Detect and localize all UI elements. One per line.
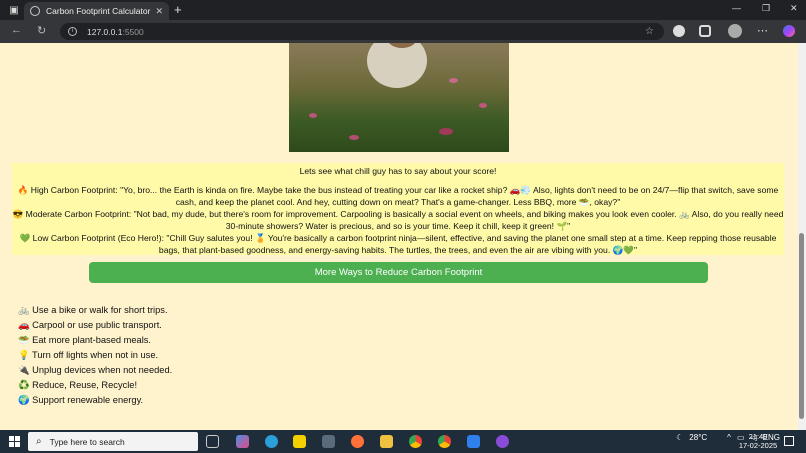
tip-item: 🔌 Unplug devices when not needed.: [18, 365, 173, 375]
firefox-icon[interactable]: [351, 435, 364, 448]
moderate-footprint-line-1: 😎 Moderate Carbon Footprint: "Not bad, m…: [12, 209, 784, 219]
tip-item: ♻️ Reduce, Reuse, Recycle!: [18, 380, 138, 390]
close-window-icon[interactable]: ✕: [790, 3, 798, 14]
edge-taskbar-icon[interactable]: [265, 435, 278, 448]
address-toolbar: ← ↻ i 127.0.0.1:5500 ☆ ⋯: [0, 20, 806, 43]
new-tab-button[interactable]: +: [174, 3, 182, 16]
reload-icon[interactable]: ↻: [37, 24, 46, 37]
flower-shape: [309, 113, 317, 118]
restore-icon[interactable]: ❐: [762, 3, 770, 14]
windows-start-icon[interactable]: [9, 436, 20, 447]
tip-item: 💡 Turn off lights when not in use.: [18, 350, 159, 360]
intro-text: Lets see what chill guy has to say about…: [299, 166, 497, 176]
figure-shape: [367, 43, 427, 88]
profile-avatar[interactable]: [728, 24, 742, 38]
github-desktop-icon[interactable]: [496, 435, 509, 448]
bookmark-star-icon[interactable]: ☆: [645, 26, 654, 37]
tab-strip: ▣ Carbon Footprint Calculator ✕ + — ❐ ✕: [0, 0, 806, 20]
file-explorer-icon[interactable]: [380, 435, 393, 448]
extension-icon[interactable]: [673, 25, 685, 37]
low-footprint-line-2: bags, that plant-based goodness, and ene…: [158, 245, 638, 255]
calculator-icon[interactable]: [322, 435, 335, 448]
chrome-icon[interactable]: [409, 435, 422, 448]
chevron-up-icon[interactable]: ^: [727, 433, 731, 442]
taskbar: ⌕ Type here to search ☾ 28°C ^ ▭ ◁ ENG 2…: [0, 430, 806, 453]
flower-shape: [479, 103, 487, 108]
scrollbar-thumb[interactable]: [799, 233, 804, 419]
copilot-taskbar-icon[interactable]: [236, 435, 249, 448]
chrome-icon[interactable]: [438, 435, 451, 448]
url-host: 127.0.0.1: [87, 26, 123, 37]
minimize-icon[interactable]: —: [732, 3, 741, 13]
vertical-scrollbar[interactable]: [798, 43, 806, 430]
extensions-puzzle-icon[interactable]: [699, 25, 711, 37]
clock-date: 17-02-2025: [738, 441, 778, 450]
menu-dots-icon[interactable]: ⋯: [757, 24, 768, 37]
back-icon[interactable]: ←: [11, 24, 22, 36]
task-view-icon[interactable]: [206, 435, 219, 448]
sticky-notes-icon[interactable]: [293, 435, 306, 448]
chill-guy-message-box: Lets see what chill guy has to say about…: [12, 163, 784, 255]
low-footprint-line-1: 💚 Low Carbon Footprint (Eco Hero!): "Chi…: [19, 233, 777, 243]
high-footprint-line-1: 🔥 High Carbon Footprint: "Yo, bro... the…: [17, 185, 779, 195]
page-viewport: Lets see what chill guy has to say about…: [0, 43, 798, 430]
high-footprint-line-2: cash, and keep the planet cool. And hey,…: [175, 197, 621, 207]
temperature: 28°C: [689, 433, 708, 442]
taskbar-search[interactable]: ⌕ Type here to search: [28, 432, 198, 451]
clock[interactable]: 21:49 17-02-2025: [738, 432, 778, 450]
flower-shape: [439, 128, 453, 135]
weather-icon[interactable]: ☾: [676, 433, 683, 442]
clock-time: 21:49: [748, 432, 768, 441]
tip-item: 🌍 Support renewable energy.: [18, 395, 144, 405]
url-port: :5500: [122, 26, 144, 37]
address-bar[interactable]: i 127.0.0.1:5500 ☆: [60, 23, 664, 40]
tab-title: Carbon Footprint Calculator: [46, 6, 151, 16]
tip-item: 🥗 Eat more plant-based meals.: [18, 335, 152, 345]
tab-actions-icon[interactable]: ▣: [6, 2, 22, 18]
tip-item: 🚗 Carpool or use public transport.: [18, 320, 162, 330]
vscode-icon[interactable]: [467, 435, 480, 448]
more-ways-button[interactable]: More Ways to Reduce Carbon Footprint: [89, 262, 708, 283]
close-tab-icon[interactable]: ✕: [155, 6, 163, 17]
tip-item: 🚲 Use a bike or walk for short trips.: [18, 305, 168, 315]
search-icon: ⌕: [36, 436, 42, 447]
notifications-icon[interactable]: [784, 436, 794, 446]
active-tab[interactable]: Carbon Footprint Calculator ✕: [24, 2, 169, 20]
copilot-icon[interactable]: [783, 25, 795, 37]
globe-icon: [30, 6, 40, 16]
chill-guy-image: [289, 43, 509, 152]
moderate-footprint-line-2: 30-minute showers? Water is precious, an…: [225, 221, 571, 231]
flower-shape: [449, 78, 458, 83]
search-placeholder: Type here to search: [49, 436, 125, 447]
site-info-icon[interactable]: i: [68, 27, 77, 36]
flower-shape: [349, 135, 359, 140]
